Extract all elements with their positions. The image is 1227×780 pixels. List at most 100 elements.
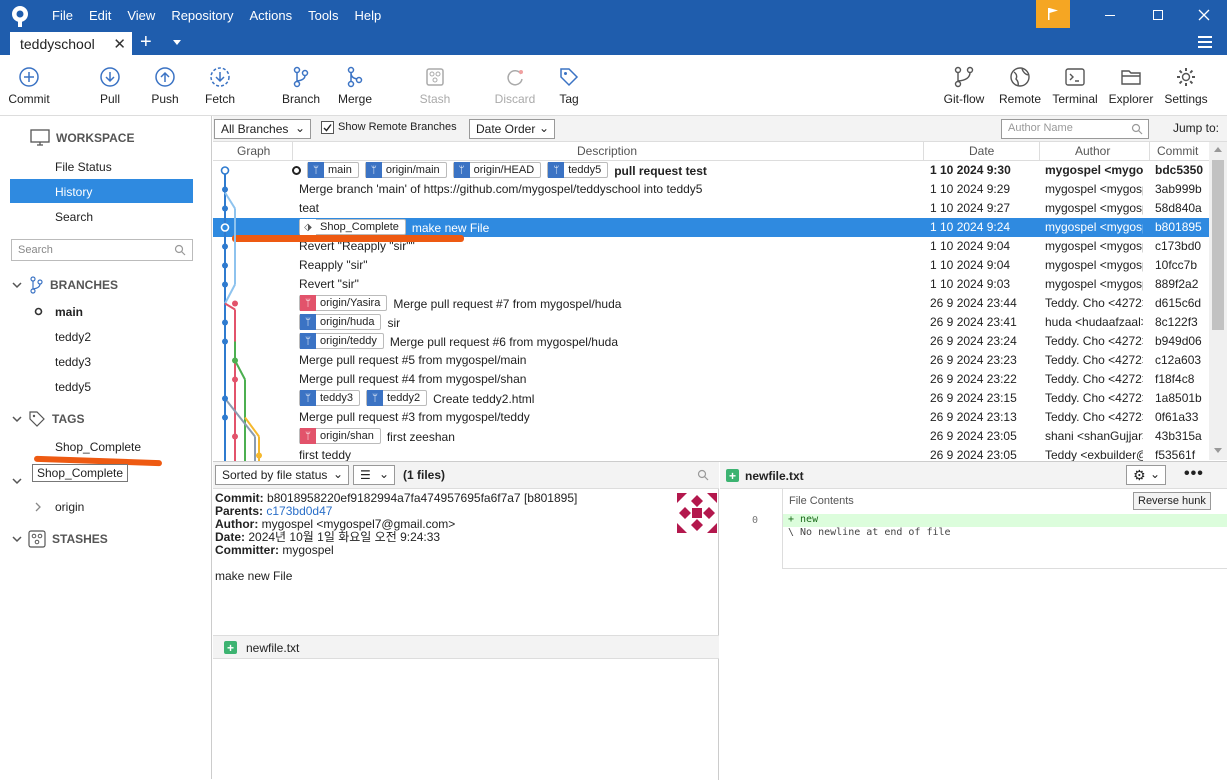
branch-badge[interactable]: ᛘ origin/Yasira bbox=[299, 295, 388, 311]
branches-header[interactable]: BRANCHES bbox=[12, 276, 118, 294]
commit-row[interactable]: ᛘ origin/teddy Merge pull request #6 from … bbox=[213, 332, 1209, 351]
file-list-item[interactable]: + newfile.txt bbox=[213, 635, 719, 659]
menu-actions[interactable]: Actions bbox=[241, 7, 300, 25]
commit-row[interactable]: ᛘ teddy3 ᛘ teddy2 Create teddy2.html 26 9 202… bbox=[213, 389, 1209, 408]
commit-row[interactable]: first teddy 26 9 2024 23:05 Teddy <exbuild… bbox=[213, 446, 1209, 461]
tag-item-shop-complete[interactable]: Shop_Complete bbox=[55, 440, 141, 454]
sidebar-item-search[interactable]: Search bbox=[55, 210, 93, 224]
menu-tools[interactable]: Tools bbox=[300, 7, 346, 25]
branch-badge[interactable]: ᛘ origin/main bbox=[364, 162, 447, 178]
menu-repository[interactable]: Repository bbox=[163, 7, 241, 25]
branch-button[interactable]: Branch bbox=[280, 66, 322, 106]
sort-dropdown[interactable]: Sorted by file status ⌄ bbox=[215, 465, 349, 485]
branch-item-main[interactable]: main bbox=[55, 305, 83, 319]
repo-tab[interactable]: teddyschool ✕ bbox=[10, 32, 132, 56]
commit-row[interactable]: ᛘ origin/Yasira Merge pull request #7 from… bbox=[213, 294, 1209, 313]
maximize-button[interactable] bbox=[1144, 4, 1172, 26]
commit-row[interactable]: Merge branch 'main' of https://github.co… bbox=[213, 180, 1209, 199]
branch-item-teddy2[interactable]: teddy2 bbox=[55, 330, 91, 344]
commit-row[interactable]: Merge pull request #3 from mygospel/tedd… bbox=[213, 408, 1209, 427]
branch-badge[interactable]: ᛘ main bbox=[307, 162, 359, 178]
reverse-hunk-button[interactable]: Reverse hunk bbox=[1133, 492, 1211, 510]
commit-message: Merge branch 'main' of https://github.co… bbox=[299, 182, 703, 196]
commit-row[interactable]: ᛘ origin/shan first zeeshan 26 9 2024 23:05… bbox=[213, 427, 1209, 446]
branch-badge[interactable]: ᛘ teddy3 bbox=[299, 390, 361, 406]
close-window-button[interactable] bbox=[1190, 4, 1218, 26]
commit-row[interactable]: teat 1 10 2024 9:27 mygospel <mygospel7@gm… bbox=[213, 199, 1209, 218]
branch-badge[interactable]: ᛘ teddy5 bbox=[547, 162, 609, 178]
branch-badge[interactable]: ᛘ origin/huda bbox=[299, 314, 382, 330]
settings-button[interactable]: Settings bbox=[1162, 66, 1210, 106]
tag-button[interactable]: Tag bbox=[554, 66, 584, 106]
commit-node bbox=[222, 243, 228, 250]
col-graph[interactable]: Graph bbox=[237, 144, 270, 158]
remote-button[interactable]: Remote bbox=[998, 66, 1042, 106]
remote-item-origin[interactable]: origin bbox=[55, 500, 84, 514]
pull-button[interactable]: Pull bbox=[92, 66, 128, 106]
flag-button[interactable] bbox=[1036, 0, 1070, 28]
commit-row[interactable]: ᛘ origin/huda sir 26 9 2024 23:41 huda <huda… bbox=[213, 313, 1209, 332]
order-dropdown[interactable]: Date Order ⌄ bbox=[469, 119, 555, 139]
branch-icon: ᛘ bbox=[367, 390, 384, 406]
sidebar-item-history-highlight[interactable] bbox=[10, 179, 193, 203]
discard-button[interactable]: Discard bbox=[492, 66, 538, 106]
menu-edit[interactable]: Edit bbox=[81, 7, 119, 25]
explorer-button[interactable]: Explorer bbox=[1108, 66, 1154, 106]
more-options-icon[interactable]: ••• bbox=[1184, 465, 1204, 483]
fetch-button[interactable]: Fetch bbox=[200, 66, 240, 106]
branches-dropdown[interactable]: All Branches ⌄ bbox=[214, 119, 311, 139]
merge-button[interactable]: Merge bbox=[336, 66, 374, 106]
chevron-down-icon[interactable] bbox=[1214, 448, 1222, 454]
author-filter-input[interactable]: Author Name bbox=[1001, 119, 1149, 139]
sidebar-search-input[interactable]: Search bbox=[11, 239, 193, 261]
tab-dropdown-icon[interactable] bbox=[173, 40, 181, 45]
parent-link[interactable]: c173bd0d47 bbox=[266, 504, 332, 518]
commit-hash: c173bd0 bbox=[1155, 239, 1202, 253]
branch-badge[interactable]: ᛘ origin/shan bbox=[299, 428, 381, 444]
col-description[interactable]: Description bbox=[577, 144, 637, 158]
commit-row[interactable]: Merge pull request #5 from mygospel/main… bbox=[213, 351, 1209, 370]
commit-row[interactable]: Reapply "sir" 1 10 2024 9:04 mygospel <myg… bbox=[213, 256, 1209, 275]
chevron-up-icon[interactable] bbox=[1214, 146, 1222, 152]
close-tab-icon[interactable]: ✕ bbox=[113, 35, 126, 53]
terminal-button[interactable]: Terminal bbox=[1050, 66, 1100, 106]
branch-item-teddy5[interactable]: teddy5 bbox=[55, 380, 91, 394]
commit-row[interactable]: Merge pull request #4 from mygospel/shan… bbox=[213, 370, 1209, 389]
diff-options-dropdown[interactable]: ⚙ ⌄ bbox=[1126, 465, 1166, 485]
commit-row[interactable]: Revert "sir" 1 10 2024 9:03 mygospel <mygo… bbox=[213, 275, 1209, 294]
col-commit[interactable]: Commit bbox=[1157, 144, 1198, 158]
sidebar-item-history[interactable]: History bbox=[55, 185, 92, 199]
commit-row[interactable]: ᛘ main ᛘ origin/main ᛘ origin/HEAD ᛘ teddy5 pull… bbox=[213, 161, 1209, 180]
new-tab-button[interactable]: + bbox=[140, 30, 152, 54]
col-date[interactable]: Date bbox=[969, 144, 994, 158]
commit-message: Revert "sir" bbox=[299, 277, 359, 291]
branch-badge[interactable]: ᛘ origin/teddy bbox=[299, 333, 384, 349]
push-button[interactable]: Push bbox=[146, 66, 184, 106]
col-author[interactable]: Author bbox=[1075, 144, 1110, 158]
menu-help[interactable]: Help bbox=[346, 7, 389, 25]
minimize-button[interactable] bbox=[1096, 4, 1124, 26]
commit-button[interactable]: Commit bbox=[6, 66, 52, 106]
menu-view[interactable]: View bbox=[119, 7, 163, 25]
stashes-header[interactable]: STASHES bbox=[12, 530, 108, 548]
stash-icon bbox=[28, 530, 46, 548]
view-mode-dropdown[interactable]: ☰ ⌄ bbox=[353, 465, 395, 485]
scrollbar-thumb[interactable] bbox=[1212, 160, 1224, 330]
branch-item-teddy3[interactable]: teddy3 bbox=[55, 355, 91, 369]
hamburger-menu-icon[interactable] bbox=[1198, 36, 1212, 48]
stash-button[interactable]: Stash bbox=[416, 66, 454, 106]
commit-list-scrollbar[interactable] bbox=[1209, 142, 1227, 460]
file-added-icon: + bbox=[726, 469, 739, 483]
gitflow-button[interactable]: Git-flow bbox=[940, 66, 988, 106]
sidebar-item-file-status[interactable]: File Status bbox=[55, 160, 112, 174]
commit-hash: 889f2a2 bbox=[1155, 277, 1199, 291]
file-name: newfile.txt bbox=[246, 641, 300, 655]
branch-badge[interactable]: ᛘ teddy2 bbox=[366, 390, 428, 406]
menu-file[interactable]: File bbox=[44, 7, 81, 25]
tags-header[interactable]: TAGS bbox=[12, 410, 84, 428]
tag-badge[interactable]: ⬗ Shop_Complete bbox=[299, 219, 406, 235]
branch-badge[interactable]: ᛘ origin/HEAD bbox=[452, 162, 542, 178]
search-icon[interactable] bbox=[697, 469, 709, 481]
chevron-right-icon[interactable] bbox=[34, 502, 42, 512]
show-remote-checkbox[interactable] bbox=[321, 121, 334, 134]
